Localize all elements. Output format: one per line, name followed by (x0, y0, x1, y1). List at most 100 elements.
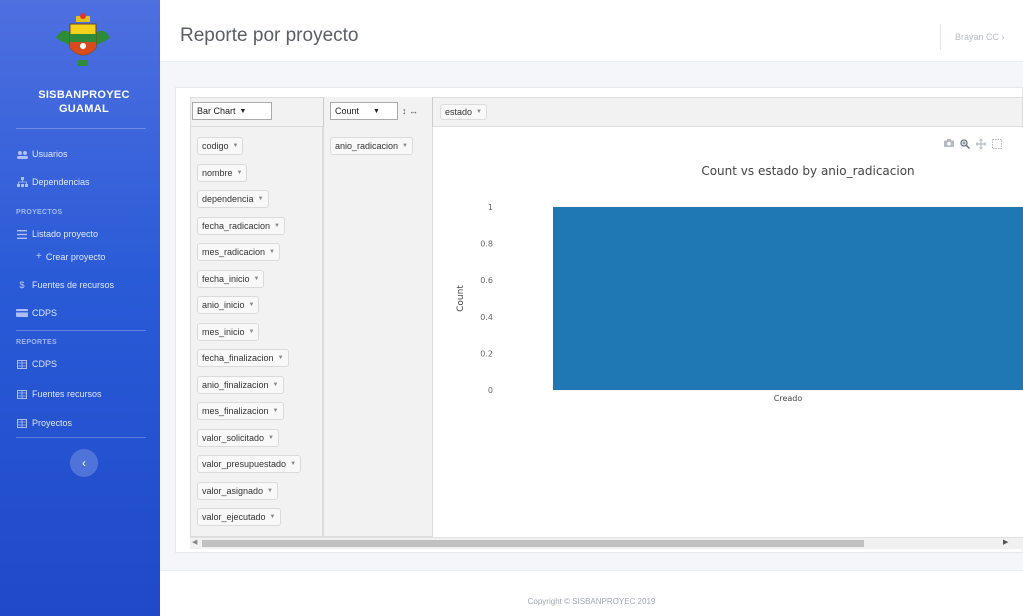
user-menu[interactable]: Brayan CC › (955, 32, 1005, 42)
attribute-valor-asignado[interactable]: valor_asignado ▼ (197, 481, 278, 500)
caret-down-icon: ▼ (248, 328, 255, 335)
sidebar-item-label: Fuentes recursos (32, 389, 102, 399)
users-icon (16, 149, 28, 159)
attribute-label: fecha_radicacion (202, 220, 271, 231)
brand-line2: GUAMAL (58, 103, 110, 115)
attribute-codigo[interactable]: codigo ▼ (197, 137, 244, 155)
caret-down-icon: ▼ (268, 434, 274, 441)
sidebar-item-reporte-fuentes-recursos[interactable]: Fuentes recursos (16, 389, 102, 399)
attribute-label: estado (445, 107, 473, 117)
attribute-label: mes_inicio (202, 326, 245, 337)
camera-icon[interactable] (944, 139, 954, 152)
renderer-select[interactable]: Bar Chart ▼ (192, 102, 272, 120)
caret-down-icon: ▼ (290, 461, 297, 467)
scroll-right-icon[interactable]: ▶ (1003, 538, 1008, 546)
attribute-valor-ejecutado[interactable]: valor_ejecutado ▼ (197, 508, 281, 526)
y-tick-label: 0.2 (480, 349, 493, 358)
caret-down-icon: ▼ (257, 196, 264, 202)
caret-down-icon: ▼ (476, 109, 482, 115)
caret-down-icon: ▼ (267, 487, 273, 494)
attribute-label: codigo (202, 141, 229, 151)
attribute-label: dependencia (202, 194, 254, 204)
y-tick-label: 0.8 (480, 240, 493, 249)
attribute-anio-finalizacion[interactable]: anio_finalizacion ▼ (197, 375, 284, 394)
attribute-fecha-radicacion[interactable]: fecha_radicacion ▼ (197, 216, 285, 235)
sidebar-item-crear-proyecto[interactable]: + Crear proyecto (36, 251, 105, 262)
sitemap-icon (16, 177, 28, 187)
box-select-icon[interactable] (992, 139, 1002, 152)
attribute-label: anio_finalizacion (202, 379, 269, 390)
section-proyectos: PROYECTOS (16, 209, 63, 216)
caret-down-icon: ▼ (274, 222, 280, 229)
caret-down-icon: ▼ (248, 302, 255, 308)
caret-down-icon: ▼ (373, 107, 380, 115)
attribute-label: mes_radicacion (202, 247, 266, 257)
y-tick-label: 0.6 (480, 276, 493, 285)
attribute-valor-presupuestado[interactable]: valor_presupuestado ▼ (197, 455, 302, 473)
sidebar-item-cdps[interactable]: CDPS (16, 308, 57, 318)
section-reportes: REPORTES (16, 339, 57, 346)
sidebar-collapse-button[interactable]: ‹ (70, 449, 98, 477)
attribute-anio-inicio[interactable]: anio_inicio ▼ (197, 296, 260, 314)
attribute-label: valor_asignado (202, 485, 264, 496)
scroll-left-icon[interactable]: ◀ (192, 538, 197, 546)
attribute-label: valor_presupuestado (202, 459, 287, 469)
attribute-mes-finalizacion[interactable]: mes_finalizacion ▼ (197, 402, 284, 420)
y-tick-label: 0 (488, 386, 493, 395)
sidebar-item-label: Fuentes de recursos (32, 280, 115, 290)
attribute-label: nombre (202, 167, 233, 178)
table-icon (16, 389, 28, 399)
renderer-select-value: Bar Chart (197, 106, 236, 116)
plus-icon: + (36, 251, 42, 262)
attribute-label: fecha_inicio (202, 273, 250, 284)
user-name: Brayan CC (955, 32, 1000, 42)
caret-down-icon: ▼ (253, 275, 260, 282)
scrollbar-thumb[interactable] (202, 540, 864, 547)
sidebar-divider (16, 330, 146, 331)
attribute-fecha-finalizacion[interactable]: fecha_finalizacion ▼ (197, 349, 289, 367)
sidebar-item-reporte-proyectos[interactable]: Proyectos (16, 418, 72, 428)
attribute-mes-radicacion[interactable]: mes_radicacion ▼ (197, 243, 280, 261)
sidebar-divider (16, 437, 146, 438)
sidebar-item-listado-proyecto[interactable]: Listado proyecto (16, 229, 98, 239)
column-attribute-estado[interactable]: estado ▼ (440, 104, 487, 120)
list-icon (16, 229, 28, 239)
sidebar-item-usuarios[interactable]: Usuarios (16, 149, 68, 159)
sidebar-item-fuentes-de-recursos[interactable]: $ Fuentes de recursos (16, 280, 114, 290)
table-icon (16, 359, 28, 369)
caret-down-icon: ▼ (232, 143, 239, 149)
page-title: Reporte por proyecto (180, 25, 359, 46)
attribute-label: anio_inicio (202, 300, 245, 310)
row-attribute-anio-radicacion[interactable]: anio_radicacion ▼ (330, 137, 413, 155)
attribute-mes-inicio[interactable]: mes_inicio ▼ (197, 322, 260, 341)
y-tick-label: 0.4 (480, 313, 493, 322)
sidebar-item-label: CDPS (32, 359, 58, 369)
sidebar-item-label: Proyectos (32, 418, 73, 428)
sidebar: SISBANPROYEC GUAMAL Usuarios Dependencia… (0, 0, 160, 616)
sidebar-item-label: Usuarios (32, 149, 68, 159)
pan-icon[interactable] (975, 138, 987, 152)
card-icon (16, 308, 28, 318)
attribute-nombre[interactable]: nombre ▼ (197, 163, 248, 182)
sidebar-item-reporte-cdps[interactable]: CDPS (16, 359, 57, 369)
sidebar-item-label: Dependencias (32, 177, 90, 187)
sidebar-item-label: CDPS (32, 308, 58, 318)
zoom-icon[interactable] (960, 139, 971, 152)
sidebar-item-dependencias[interactable]: Dependencias (16, 177, 90, 187)
y-axis-label: Count (456, 285, 466, 312)
chevron-left-icon: ‹ (82, 456, 86, 470)
aggregator-select[interactable]: Count ▼ (330, 102, 398, 120)
sidebar-item-label: Crear proyecto (45, 251, 106, 262)
aggregator-select-value: Count (335, 106, 360, 116)
attribute-label: mes_finalizacion (202, 406, 269, 416)
bar-chart: Count vs estado by anio_radicacion 0 0.2 0.… (456, 164, 1023, 403)
caret-down-icon: ▼ (269, 514, 276, 520)
chart-area: Count vs estado by anio_radicacion 0 0.2 0.… (433, 127, 1023, 537)
attribute-fecha-inicio[interactable]: fecha_inicio ▼ (197, 269, 265, 288)
attribute-label: fecha_finalizacion (202, 353, 274, 363)
caret-down-icon: ▼ (272, 408, 279, 414)
attribute-dependencia[interactable]: dependencia ▼ (197, 190, 269, 208)
sort-order-buttons[interactable]: ↕ ↔ (402, 106, 418, 116)
pivot-top-bar (190, 97, 1023, 127)
attribute-valor-solicitado[interactable]: valor_solicitado ▼ (197, 428, 279, 447)
